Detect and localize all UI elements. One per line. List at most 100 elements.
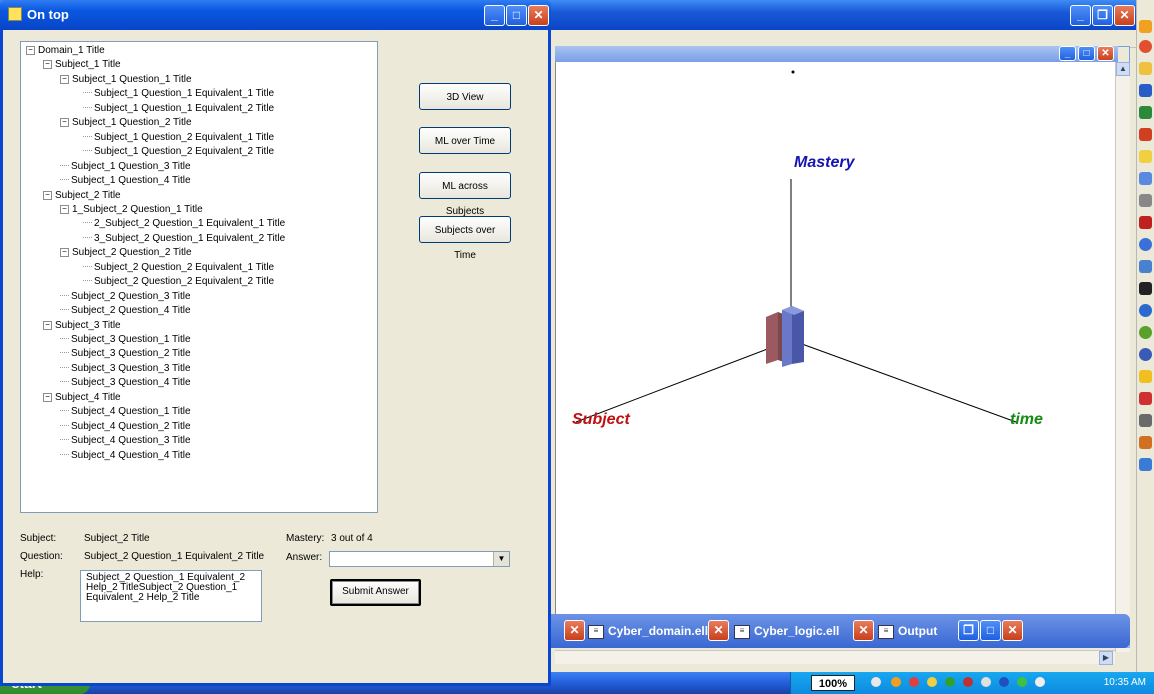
app-icon[interactable] <box>1139 392 1152 405</box>
app-icon[interactable] <box>1139 348 1152 361</box>
vertical-scrollbar[interactable]: ▲ ▼ <box>1115 62 1130 652</box>
doc-tab-output[interactable]: ≡ Output <box>878 620 937 642</box>
tree-node[interactable]: − Domain_1 Title <box>26 45 105 57</box>
horizontal-scrollbar[interactable]: ▶ <box>555 650 1115 665</box>
app-icon[interactable] <box>1139 326 1152 339</box>
chevron-down-icon[interactable]: ▼ <box>493 552 509 566</box>
tree-collapse-icon[interactable]: − <box>43 320 52 330</box>
scroll-up-icon[interactable]: ▲ <box>1116 62 1130 76</box>
tray-icon[interactable] <box>909 677 919 687</box>
tree-node[interactable]: Subject_4 Question_1 Title <box>60 406 191 418</box>
app-icon[interactable] <box>1139 304 1152 317</box>
minimize-icon[interactable]: _ <box>484 5 505 26</box>
tree-node[interactable]: Subject_4 Question_2 Title <box>60 421 191 433</box>
inner-restore-icon[interactable]: □ <box>1078 46 1095 61</box>
tray-icon[interactable] <box>963 677 973 687</box>
app-icon[interactable] <box>1139 40 1152 53</box>
inner-close-icon[interactable]: ✕ <box>1097 46 1114 61</box>
doc-tab-logic[interactable]: ≡ Cyber_logic.ell <box>734 620 839 642</box>
tray-icon[interactable] <box>1017 677 1027 687</box>
3d-view-button[interactable]: 3D View <box>419 83 511 110</box>
submit-answer-button[interactable]: Submit Answer <box>330 579 421 606</box>
tree-node[interactable]: Subject_4 Question_4 Title <box>60 450 191 462</box>
tree-collapse-icon[interactable]: − <box>43 190 52 200</box>
tree-collapse-icon[interactable]: − <box>60 74 69 84</box>
tab-close-icon[interactable]: ✕ <box>708 620 729 641</box>
inner-minimize-icon[interactable]: _ <box>1059 46 1076 61</box>
tree-collapse-icon[interactable]: − <box>26 46 35 55</box>
app-icon[interactable] <box>1139 172 1152 185</box>
dialog-titlebar[interactable]: On top _ □ ✕ <box>0 0 551 30</box>
tree-node[interactable]: Subject_1 Question_4 Title <box>60 175 191 187</box>
app-icon[interactable] <box>1139 260 1152 273</box>
terminal-icon[interactable] <box>1139 282 1152 295</box>
tree-node[interactable]: Subject_2 Question_2 Equivalent_1 Title <box>83 262 274 274</box>
maximize-icon[interactable]: □ <box>506 5 527 26</box>
tree-node[interactable]: Subject_2 Question_3 Title <box>60 291 191 303</box>
ml-over-time-button[interactable]: ML over Time <box>419 127 511 154</box>
app-icon[interactable] <box>1139 458 1152 471</box>
tab-close-icon[interactable]: ✕ <box>853 620 874 641</box>
restore-icon[interactable]: ❐ <box>1092 5 1113 26</box>
folder-icon[interactable] <box>1139 62 1152 75</box>
tree-node[interactable]: Subject_1 Question_1 Equivalent_1 Title <box>83 88 274 100</box>
tree-collapse-icon[interactable]: − <box>60 118 69 128</box>
zoom-indicator[interactable]: 100% <box>811 675 855 691</box>
tree-node[interactable]: 2_Subject_2 Question_1 Equivalent_1 Titl… <box>83 218 285 230</box>
browser-icon[interactable] <box>1139 238 1152 251</box>
tree-node[interactable]: Subject_1 Question_1 Equivalent_2 Title <box>83 103 274 115</box>
tree-node[interactable]: − Subject_1 Question_2 Title <box>60 117 192 129</box>
tree-node[interactable]: Subject_3 Question_4 Title <box>60 377 191 389</box>
tray-icon[interactable] <box>999 677 1009 687</box>
tree-node[interactable]: Subject_3 Question_3 Title <box>60 363 191 375</box>
app-icon[interactable] <box>1139 216 1152 229</box>
tree-node[interactable]: − Subject_2 Question_2 Title <box>60 247 192 259</box>
help-textbox[interactable]: Subject_2 Question_1 Equivalent_2 Help_2… <box>80 570 262 622</box>
tray-icon[interactable] <box>891 677 901 687</box>
tab-close-icon[interactable]: ✕ <box>1002 620 1023 641</box>
excel-icon[interactable] <box>1139 106 1152 119</box>
tree-node[interactable]: Subject_1 Question_2 Equivalent_1 Title <box>83 132 274 144</box>
tray-icon[interactable] <box>981 677 991 687</box>
tray-icon[interactable] <box>927 677 937 687</box>
powerpoint-icon[interactable] <box>1139 128 1152 141</box>
doc-tab-domain[interactable]: ≡ Cyber_domain.ell <box>588 620 708 642</box>
tree-node[interactable]: Subject_1 Question_3 Title <box>60 161 191 173</box>
answer-dropdown[interactable]: ▼ <box>329 551 510 567</box>
tab-maximize-icon[interactable]: □ <box>980 620 1001 641</box>
tree-collapse-icon[interactable]: − <box>60 204 69 214</box>
tree-node[interactable]: − Subject_1 Title <box>43 59 121 71</box>
app-icon[interactable] <box>1139 436 1152 449</box>
tree-collapse-icon[interactable]: − <box>60 248 69 258</box>
close-icon[interactable]: ✕ <box>1114 5 1135 26</box>
close-icon[interactable]: ✕ <box>528 5 549 26</box>
tree-collapse-icon[interactable]: − <box>43 60 52 70</box>
3d-viewport[interactable]: Mastery Subject time <box>555 62 1115 614</box>
app-icon[interactable] <box>1139 20 1152 33</box>
tree-node[interactable]: − Subject_4 Title <box>43 392 121 404</box>
tree-node[interactable]: − Subject_2 Title <box>43 190 121 202</box>
app-icon[interactable] <box>1139 194 1152 207</box>
word-icon[interactable] <box>1139 84 1152 97</box>
tree-collapse-icon[interactable]: − <box>43 392 52 402</box>
tree-node[interactable]: Subject_3 Question_1 Title <box>60 334 191 346</box>
tree-node[interactable]: 3_Subject_2 Question_1 Equivalent_2 Titl… <box>83 233 285 245</box>
tray-icon[interactable] <box>1035 677 1045 687</box>
subjects-over-time-button[interactable]: Subjects over Time <box>419 216 511 261</box>
tray-icon[interactable] <box>945 677 955 687</box>
tree-node[interactable]: Subject_2 Question_2 Equivalent_2 Title <box>83 276 274 288</box>
tree-node[interactable]: −1_Subject_2 Question_1 Title <box>60 204 203 216</box>
tree-node[interactable]: Subject_3 Question_2 Title <box>60 348 191 360</box>
tree-node[interactable]: − Subject_1 Question_1 Title <box>60 74 192 86</box>
minimize-icon[interactable]: _ <box>1070 5 1091 26</box>
tab-close-icon[interactable]: ✕ <box>564 620 585 641</box>
tab-restore-icon[interactable]: ❐ <box>958 620 979 641</box>
scroll-right-icon[interactable]: ▶ <box>1099 651 1113 665</box>
tree-node[interactable]: Subject_1 Question_2 Equivalent_2 Title <box>83 146 274 158</box>
tree-node[interactable]: Subject_4 Question_3 Title <box>60 435 191 447</box>
app-icon[interactable] <box>1139 414 1152 427</box>
ml-across-subjects-button[interactable]: ML across Subjects <box>419 172 511 217</box>
app-icon[interactable] <box>1139 370 1152 383</box>
tree-node[interactable]: − Subject_3 Title <box>43 320 121 332</box>
domain-tree[interactable]: − Domain_1 Title − Subject_1 Title − Subject_… <box>20 41 378 513</box>
